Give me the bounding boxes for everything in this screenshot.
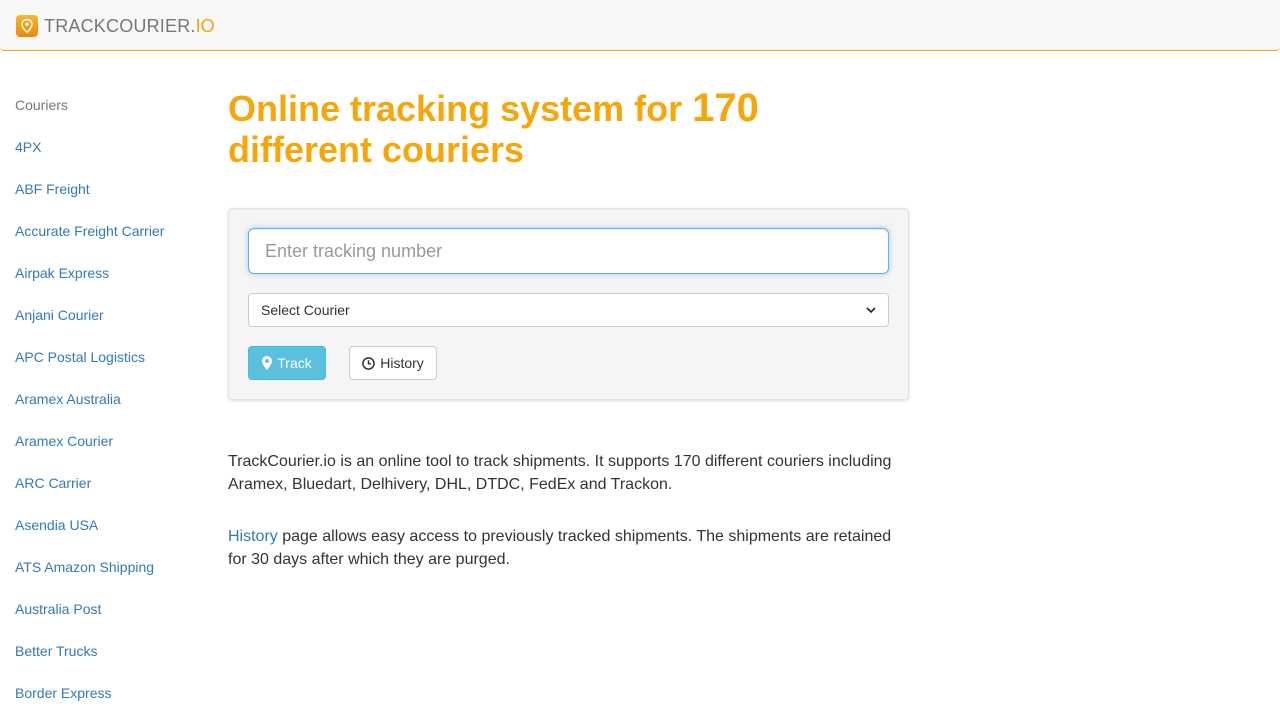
- history-button[interactable]: History: [349, 346, 437, 380]
- brand-name: TRACKCOURIER.: [44, 15, 196, 36]
- track-button-label: Track: [277, 355, 312, 371]
- list-item: ATS Amazon Shipping: [15, 558, 205, 576]
- clock-icon: [362, 356, 376, 370]
- list-item: ARC Carrier: [15, 474, 205, 492]
- courier-link[interactable]: ABF Freight: [15, 181, 90, 197]
- brand-name-accent: IO: [195, 15, 215, 36]
- chevron-down-icon: [866, 307, 876, 314]
- courier-link[interactable]: 4PX: [15, 139, 41, 155]
- courier-select[interactable]: Select Courier: [248, 293, 889, 327]
- history-paragraph: History page allows easy access to previ…: [228, 526, 909, 571]
- courier-list: 4PX ABF Freight Accurate Freight Carrier…: [15, 138, 205, 702]
- courier-select-value: Select Courier: [261, 302, 350, 318]
- courier-link[interactable]: Better Trucks: [15, 643, 97, 659]
- track-button[interactable]: Track: [248, 346, 326, 380]
- courier-link[interactable]: Australia Post: [15, 601, 101, 617]
- tracking-form-panel: Select Courier Track History: [228, 208, 909, 400]
- page-title: Online tracking system for 170 different…: [228, 86, 788, 171]
- intro-paragraph: TrackCourier.io is an online tool to tra…: [228, 453, 892, 493]
- main-content: Online tracking system for 170 different…: [228, 88, 909, 571]
- courier-link[interactable]: Airpak Express: [15, 265, 109, 281]
- sidebar-heading: Couriers: [15, 97, 68, 113]
- courier-link[interactable]: Accurate Freight Carrier: [15, 223, 164, 239]
- list-item: Better Trucks: [15, 642, 205, 660]
- list-item: Anjani Courier: [15, 306, 205, 324]
- title-text-part2: different couriers: [228, 129, 525, 170]
- courier-link[interactable]: Asendia USA: [15, 517, 98, 533]
- courier-link[interactable]: ATS Amazon Shipping: [15, 559, 154, 575]
- list-item: Asendia USA: [15, 516, 205, 534]
- top-navbar: TRACKCOURIER. IO: [0, 0, 1280, 51]
- title-text-part1: Online tracking system for: [228, 88, 693, 129]
- courier-link[interactable]: Border Express: [15, 685, 111, 701]
- history-paragraph-text: page allows easy access to previously tr…: [228, 528, 892, 568]
- courier-sidebar: Couriers 4PX ABF Freight Accurate Freigh…: [15, 96, 205, 702]
- courier-link[interactable]: Aramex Australia: [15, 391, 121, 407]
- list-item: Australia Post: [15, 600, 205, 618]
- history-button-label: History: [380, 355, 424, 371]
- courier-link[interactable]: ARC Carrier: [15, 475, 91, 491]
- tracking-number-input[interactable]: [248, 228, 889, 274]
- courier-link[interactable]: Aramex Courier: [15, 433, 113, 449]
- courier-link[interactable]: Anjani Courier: [15, 307, 104, 323]
- list-item: Border Express: [15, 684, 205, 702]
- brand-link[interactable]: TRACKCOURIER. IO: [16, 14, 215, 38]
- map-pin-icon: [16, 15, 38, 37]
- list-item: Accurate Freight Carrier: [15, 222, 205, 240]
- map-marker-icon: [262, 356, 273, 370]
- title-courier-count: 170: [692, 86, 759, 130]
- list-item: APC Postal Logistics: [15, 348, 205, 366]
- list-item: Aramex Courier: [15, 432, 205, 450]
- list-item: 4PX: [15, 138, 205, 156]
- list-item: ABF Freight: [15, 180, 205, 198]
- history-link[interactable]: History: [228, 528, 278, 545]
- list-item: Aramex Australia: [15, 390, 205, 408]
- courier-link[interactable]: APC Postal Logistics: [15, 349, 145, 365]
- list-item: Airpak Express: [15, 264, 205, 282]
